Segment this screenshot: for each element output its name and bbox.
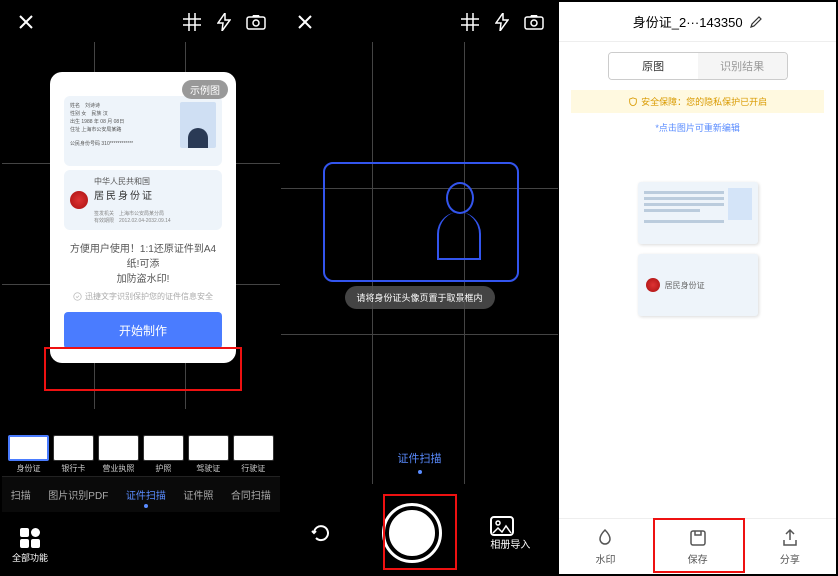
mode-tabs: 扫描 图片识别PDF 证件扫描 证件照 合同扫描 (2, 476, 280, 512)
mode-contract[interactable]: 合同扫描 (231, 487, 271, 502)
topbar-s1 (2, 2, 280, 42)
edit-icon[interactable] (749, 15, 763, 29)
emblem-icon (646, 278, 660, 292)
sample-badge: 示例图 (182, 80, 228, 99)
scan-frame (323, 162, 519, 282)
id-back-preview: 中华人民共和国 居民身份证 签发机关 上海市公安局某分局有效期限 2012.02… (64, 170, 222, 230)
thumb-id-card[interactable]: 身份证 (8, 435, 49, 474)
grid-icon[interactable] (458, 10, 482, 34)
preview-id-front[interactable] (638, 182, 758, 244)
topbar-s2 (281, 2, 559, 42)
camera-flip-icon[interactable] (522, 10, 546, 34)
share-button[interactable]: 分享 (744, 519, 836, 574)
undo-button[interactable] (309, 521, 333, 545)
card-description: 方便用户使用！1:1还原证件到A4纸!可添 加防盗水印! (58, 234, 228, 291)
watermark-button[interactable]: 水印 (559, 519, 651, 574)
start-make-button[interactable]: 开始制作 (64, 312, 222, 349)
close-icon[interactable] (293, 10, 317, 34)
camera-flip-icon[interactable] (244, 10, 268, 34)
edit-hint: *点击图片可重新编辑 (559, 121, 836, 134)
overlay-hint: 请将身份证头像页置于取景框内 (344, 286, 494, 309)
flash-icon[interactable] (490, 10, 514, 34)
seg-original[interactable]: 原图 (609, 53, 698, 79)
seg-result[interactable]: 识别结果 (698, 53, 787, 79)
save-button[interactable]: 保存 (652, 519, 744, 574)
segment-control: 原图 识别结果 (608, 52, 788, 80)
thumb-biz-license[interactable]: 营业执照 (98, 435, 139, 474)
shutter-button[interactable] (385, 506, 439, 560)
preview-id-back[interactable]: 居民身份证 (638, 254, 758, 316)
security-notice: 安全保障：您的隐私保护已开启 (571, 90, 824, 113)
flash-icon[interactable] (212, 10, 236, 34)
page-title: 身份证_2···143350 (633, 12, 743, 31)
gallery-import-button[interactable]: 相册导入 (490, 516, 530, 551)
doc-type-thumbs: 身份证 银行卡 营业执照 护照 驾驶证 行驶证 (2, 435, 280, 474)
thumb-bank-card[interactable]: 银行卡 (53, 435, 94, 474)
mode-pdf[interactable]: 图片识别PDF (48, 487, 108, 502)
emblem-icon (70, 191, 88, 209)
all-functions-button[interactable]: 全部功能 (12, 528, 48, 564)
page-title-bar: 身份证_2···143350 (559, 2, 836, 42)
thumb-driver-license[interactable]: 驾驶证 (188, 435, 229, 474)
thumb-passport[interactable]: 护照 (143, 435, 184, 474)
close-icon[interactable] (14, 10, 38, 34)
id-front-preview: 姓名 刘诗诗 性别 女 民族 汉 出生 1988 年 08 月 08日 住址 上… (64, 96, 222, 166)
bottom-bar: 水印 保存 分享 (559, 518, 836, 574)
mode-cert-photo[interactable]: 证件照 (183, 487, 213, 502)
mode-scan[interactable]: 扫描 (11, 487, 31, 502)
sample-card: 示例图 姓名 刘诗诗 性别 女 民族 汉 出生 1988 年 08 月 08日 … (50, 72, 236, 363)
grid-icon[interactable] (180, 10, 204, 34)
thumb-vehicle-license[interactable]: 行驶证 (233, 435, 274, 474)
card-hint: 迅捷文字识别保护您的证件信息安全 (58, 291, 228, 302)
silhouette-icon (437, 182, 483, 264)
mode-label[interactable]: 证件扫描 (281, 440, 559, 484)
mode-cert-scan[interactable]: 证件扫描 (126, 487, 166, 502)
preview-area[interactable]: 居民身份证 (571, 142, 824, 356)
